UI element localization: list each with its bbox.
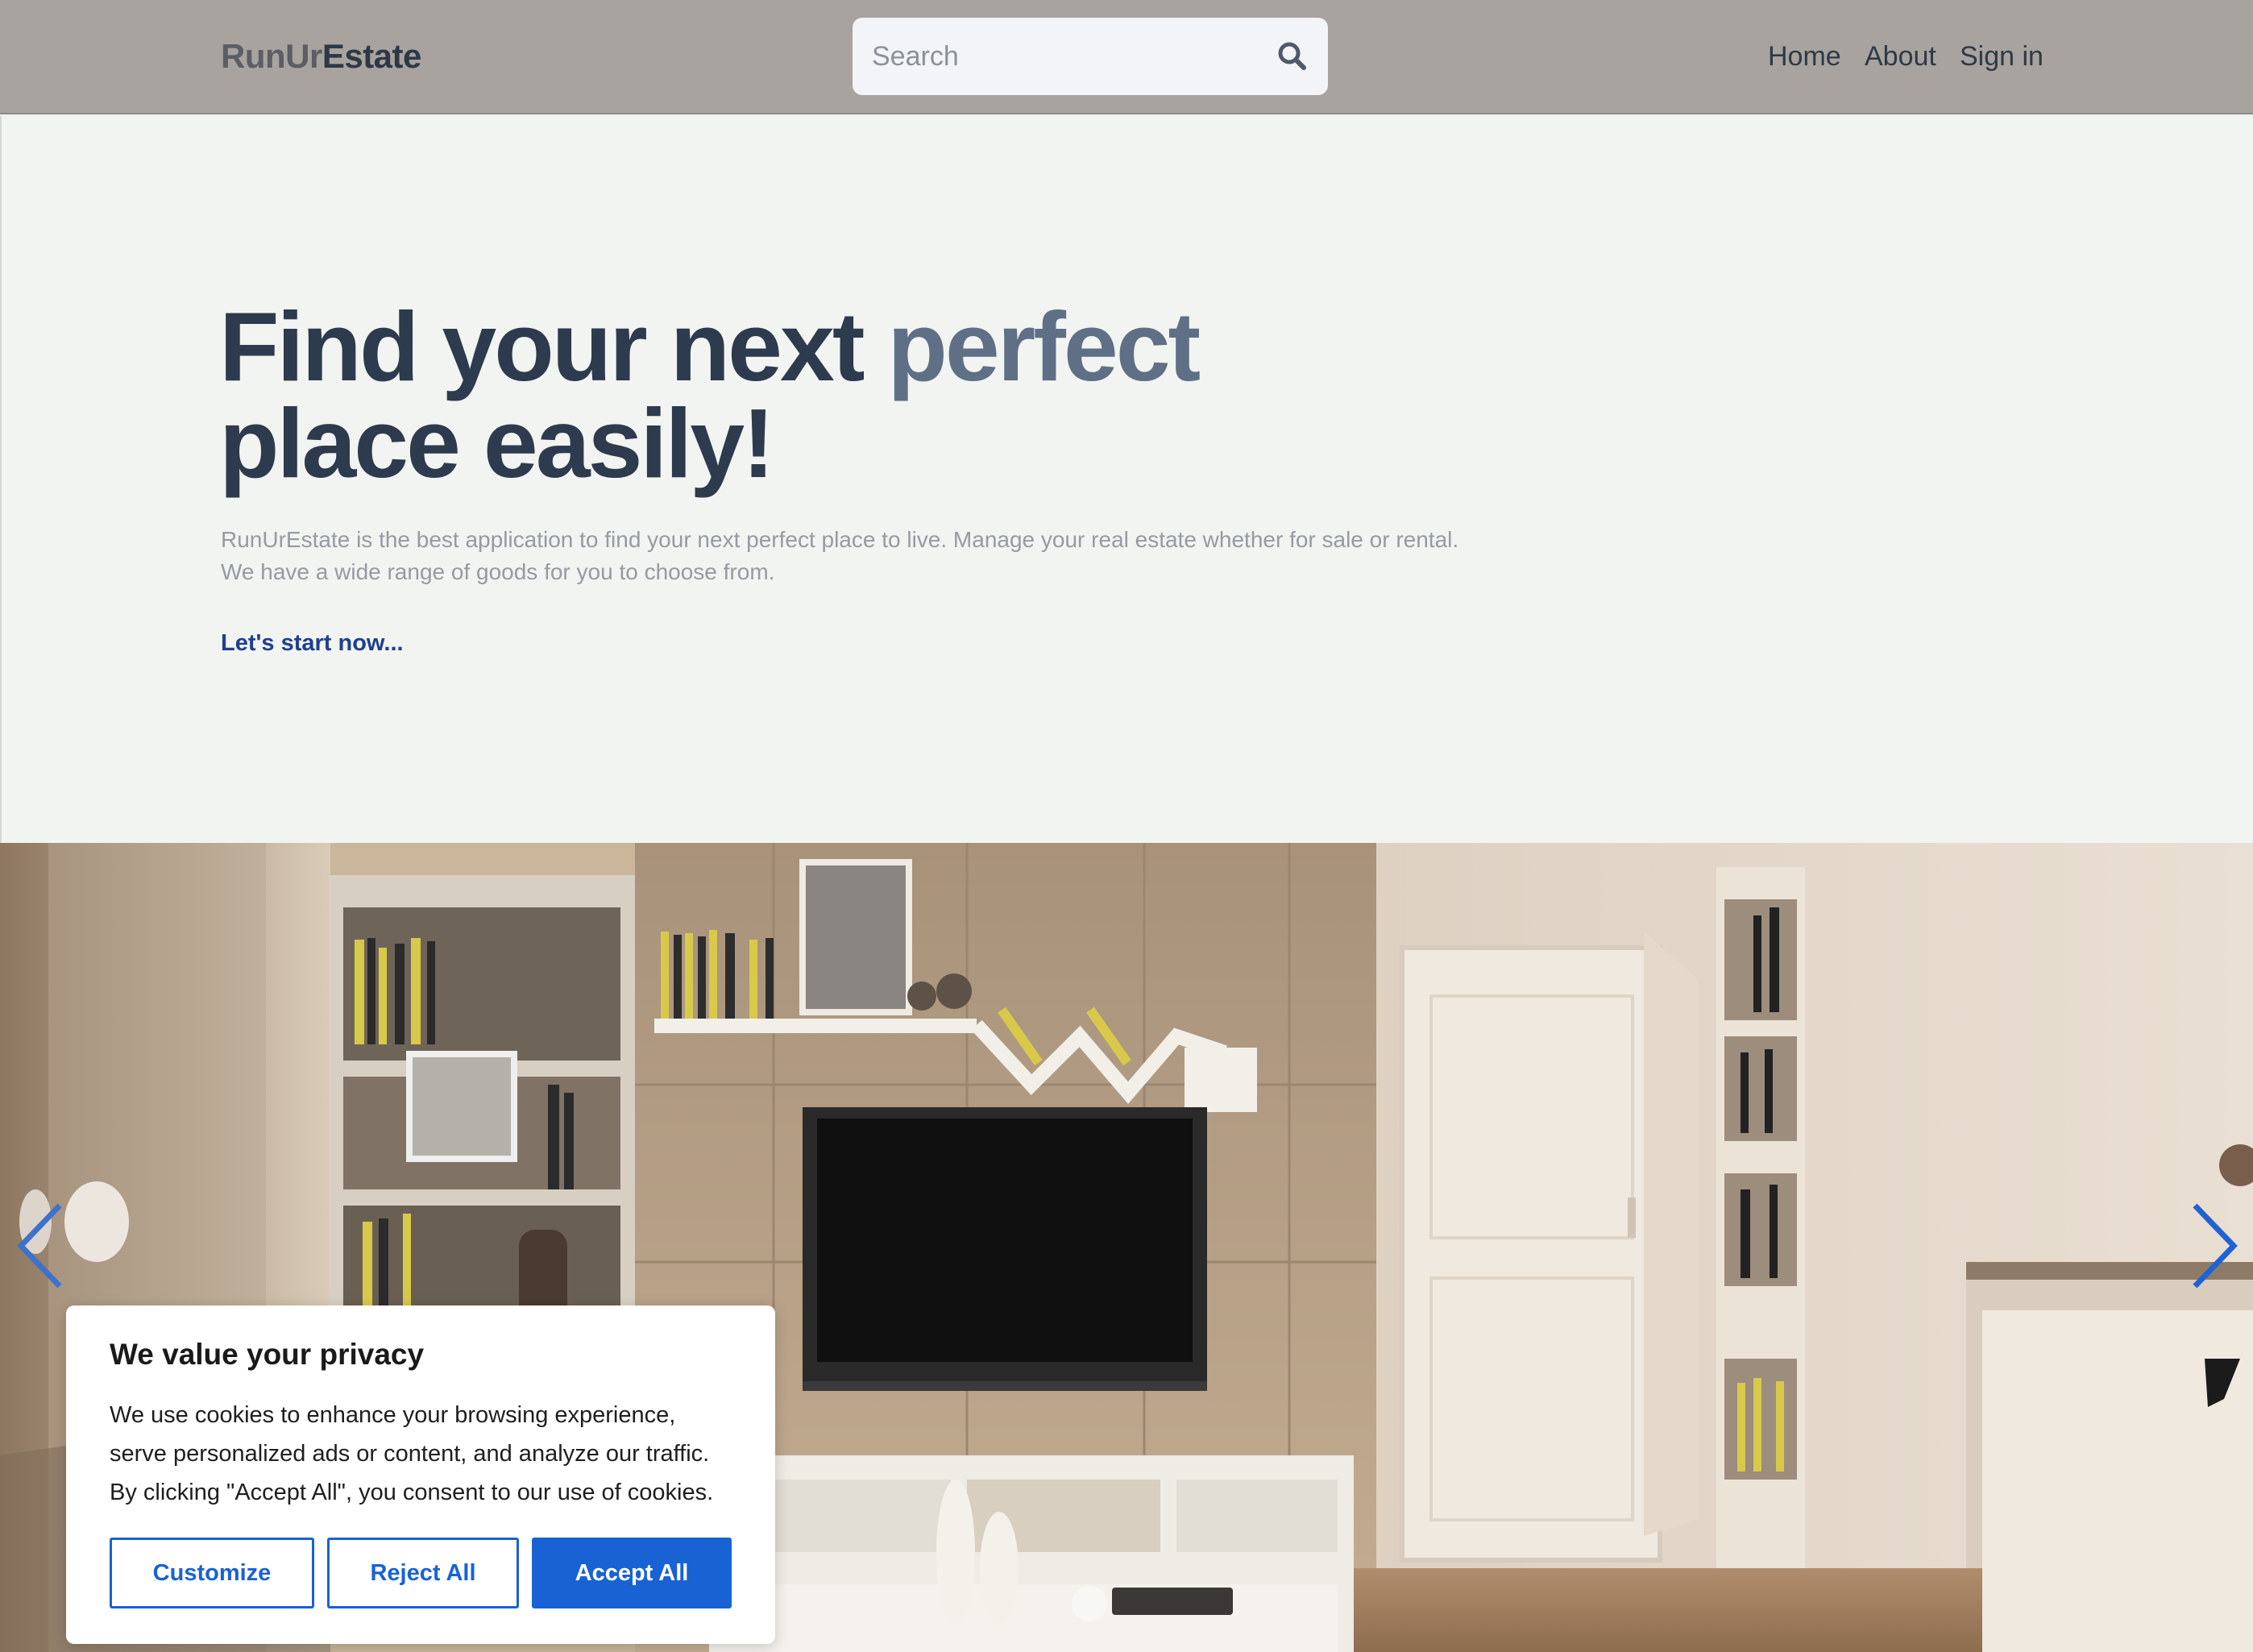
- headline-part-2: place easily!: [219, 388, 775, 498]
- nav-about-link[interactable]: About: [1865, 35, 1936, 77]
- nav-home-link[interactable]: Home: [1768, 35, 1841, 77]
- reject-all-button[interactable]: Reject All: [327, 1538, 519, 1608]
- logo-part-estate: Estate: [322, 37, 422, 75]
- start-now-link[interactable]: Let's start now...: [221, 630, 404, 657]
- cookie-text-line-3: By clicking "Accept All", you consent to…: [110, 1480, 714, 1505]
- chevron-right-icon[interactable]: [2179, 1197, 2243, 1294]
- hero-description-line-1: RunUrEstate is the best application to f…: [221, 527, 1459, 552]
- headline-accent-word: perfect: [887, 292, 1201, 401]
- search-icon[interactable]: [1275, 39, 1310, 74]
- cookie-text-line-2: serve personalized ads or content, and a…: [110, 1441, 710, 1467]
- hero-description: RunUrEstate is the best application to f…: [221, 524, 1752, 588]
- cookie-banner-text: We use cookies to enhance your browsing …: [110, 1396, 754, 1512]
- accept-all-button[interactable]: Accept All: [532, 1538, 732, 1608]
- cookie-banner-title: We value your privacy: [110, 1338, 425, 1371]
- chevron-left-icon[interactable]: [11, 1197, 76, 1294]
- nav-signin-link[interactable]: Sign in: [1960, 35, 2043, 77]
- brand-logo[interactable]: RunUrEstate: [221, 35, 421, 77]
- hero-description-line-2: We have a wide range of goods for you to…: [221, 559, 775, 584]
- hero-headline: Find your next perfect place easily!: [219, 297, 1589, 492]
- headline-part-1: Find your next: [219, 292, 888, 401]
- top-navbar: RunUrEstate Home About Sign in: [0, 0, 2253, 114]
- logo-part-runur: RunUr: [221, 37, 322, 75]
- cookie-consent-banner: We value your privacy We use cookies to …: [66, 1305, 775, 1644]
- cookie-text-line-1: We use cookies to enhance your browsing …: [110, 1402, 676, 1428]
- customize-button[interactable]: Customize: [110, 1538, 314, 1608]
- search-input[interactable]: [853, 18, 1255, 95]
- search-box: [853, 18, 1328, 95]
